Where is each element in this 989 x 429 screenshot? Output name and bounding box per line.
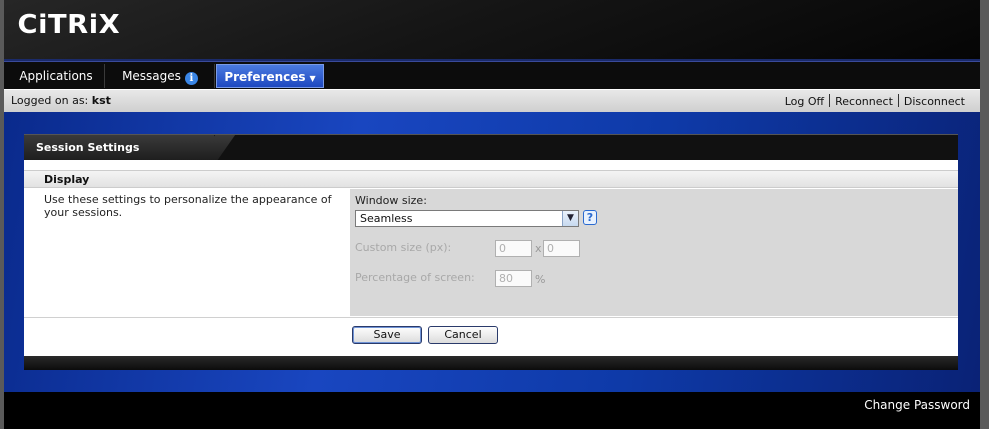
- custom-width-input[interactable]: 0: [495, 240, 532, 257]
- custom-size-label: Custom size (px):: [355, 241, 452, 254]
- tab-applications-label: Applications: [19, 69, 93, 83]
- tab-messages-label: Messages: [122, 69, 181, 83]
- log-off-link[interactable]: Log Off: [780, 95, 829, 108]
- panel-title: Session Settings: [24, 135, 214, 161]
- nav-bar: Applications Messages i Preferences ▼: [4, 61, 980, 89]
- custom-size-separator: x: [535, 242, 542, 255]
- panel-header: Session Settings: [24, 134, 958, 161]
- custom-height-input[interactable]: 0: [543, 240, 580, 257]
- divider: [24, 317, 958, 318]
- cancel-button[interactable]: Cancel: [428, 326, 498, 344]
- info-icon: i: [184, 72, 198, 85]
- session-links: Log Off Reconnect Disconnect: [780, 94, 970, 108]
- window-size-value: Seamless: [360, 212, 413, 225]
- tab-preferences[interactable]: Preferences ▼: [216, 64, 324, 88]
- chevron-down-icon: ▼: [562, 211, 578, 226]
- tab-applications[interactable]: Applications: [8, 64, 105, 88]
- display-settings: Window size: Seamless ▼ ? Custom size (p…: [350, 189, 958, 316]
- tab-preferences-label: Preferences: [224, 70, 306, 84]
- change-password-link[interactable]: Change Password: [864, 398, 970, 412]
- logged-on-info: Logged on as: kst: [11, 94, 111, 107]
- percentage-input[interactable]: 80: [495, 270, 532, 287]
- panel-body: Display Use these settings to personaliz…: [24, 160, 958, 356]
- logged-on-label: Logged on as:: [11, 94, 89, 107]
- chevron-down-icon: ▼: [309, 74, 316, 83]
- status-bar: Logged on as: kst Log Off Reconnect Discon…: [4, 89, 980, 112]
- tab-messages[interactable]: Messages i: [106, 64, 215, 88]
- session-settings-panel: Session Settings Display Use these setti…: [24, 134, 958, 370]
- window-size-label: Window size:: [355, 194, 427, 207]
- section-description: Use these settings to personalize the ap…: [44, 193, 332, 219]
- citrix-logo: CiTRiX: [17, 10, 121, 40]
- panel-footer: [24, 356, 958, 370]
- help-icon[interactable]: ?: [583, 210, 597, 225]
- window-size-select[interactable]: Seamless ▼: [355, 210, 579, 227]
- footer: Change Password: [4, 394, 980, 429]
- disconnect-link[interactable]: Disconnect: [899, 95, 970, 108]
- logged-on-user: kst: [91, 94, 111, 107]
- percentage-label: Percentage of screen:: [355, 271, 475, 284]
- content-area: Session Settings Display Use these setti…: [4, 112, 980, 392]
- section-title-display: Display: [24, 170, 958, 188]
- header: CiTRiX: [4, 0, 980, 61]
- percentage-unit: %: [535, 273, 546, 286]
- save-button[interactable]: Save: [352, 326, 422, 344]
- reconnect-link[interactable]: Reconnect: [830, 95, 898, 108]
